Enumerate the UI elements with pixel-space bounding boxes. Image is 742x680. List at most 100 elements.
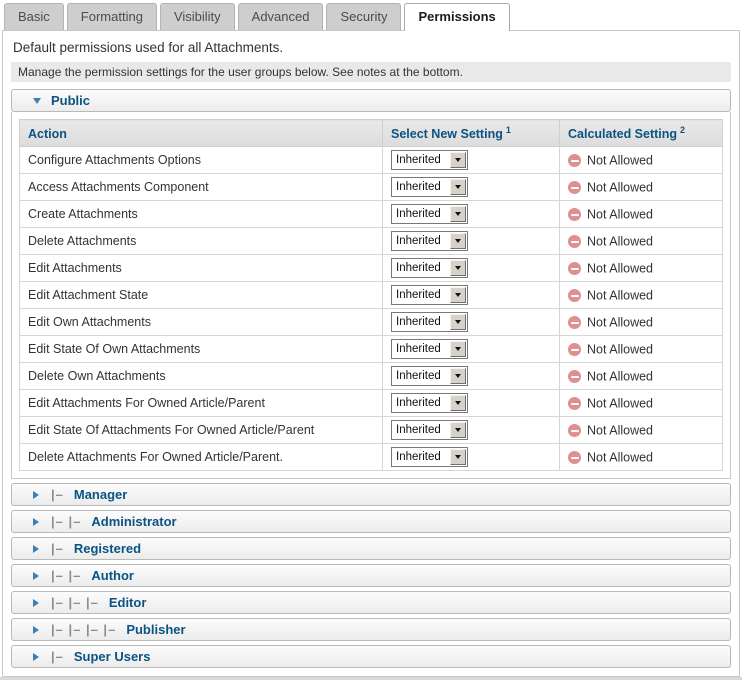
not-allowed-icon [568, 262, 581, 275]
new-setting-select[interactable]: Inherited [391, 339, 468, 359]
tab-advanced[interactable]: Advanced [238, 3, 324, 30]
chevron-down-icon [450, 314, 466, 330]
new-setting-select[interactable]: Inherited [391, 312, 468, 332]
permissions-tab-panel: Default permissions used for all Attachm… [2, 30, 740, 677]
select-value: Inherited [396, 235, 441, 247]
not-allowed-icon [568, 208, 581, 221]
collapsed-groups: |–Manager |– |– Administrator |–Registered |… [3, 483, 739, 668]
permissions-table: Action Select New Setting1 Calculated Se… [19, 119, 723, 471]
new-setting-cell: Inherited [383, 255, 560, 282]
not-allowed-icon [568, 181, 581, 194]
action-label: Edit Attachments [20, 255, 383, 282]
new-setting-select[interactable]: Inherited [391, 447, 468, 467]
new-setting-cell: Inherited [383, 417, 560, 444]
table-row: Delete Attachments For Owned Article/Par… [20, 444, 723, 471]
chevron-down-icon [450, 260, 466, 276]
tab-permissions[interactable]: Permissions [404, 3, 509, 31]
table-row: Edit Attachments For Owned Article/Paren… [20, 390, 723, 417]
select-value: Inherited [396, 208, 441, 220]
triangle-down-icon [33, 98, 41, 104]
new-setting-select[interactable]: Inherited [391, 420, 468, 440]
group-header-publisher[interactable]: |– |– |– |–Publisher [11, 618, 731, 641]
chevron-down-icon [450, 287, 466, 303]
tab-basic[interactable]: Basic [4, 3, 64, 30]
action-label: Edit Attachment State [20, 282, 383, 309]
column-header-action: Action [20, 120, 383, 147]
table-row: Access Attachments ComponentInheritedNot… [20, 174, 723, 201]
group-header-super-users[interactable]: |–Super Users [11, 645, 731, 668]
group-header-editor[interactable]: |– |– |– Editor [11, 591, 731, 614]
triangle-right-icon [33, 545, 39, 553]
action-label: Delete Attachments [20, 228, 383, 255]
new-setting-select[interactable]: Inherited [391, 393, 468, 413]
tab-security[interactable]: Security [326, 3, 401, 30]
not-allowed-icon [568, 424, 581, 437]
action-label: Delete Own Attachments [20, 363, 383, 390]
calculated-setting-cell: Not Allowed [560, 363, 723, 390]
group-name: Super Users [74, 649, 151, 664]
group-level-prefix: |– |– [51, 568, 81, 583]
calculated-setting-label: Not Allowed [587, 154, 653, 168]
not-allowed-icon [568, 235, 581, 248]
new-setting-cell: Inherited [383, 147, 560, 174]
chevron-down-icon [450, 449, 466, 465]
table-row: Edit Attachments Inherited Not Allowed [20, 255, 723, 282]
group-name: Editor [109, 595, 147, 610]
chevron-down-icon [450, 368, 466, 384]
triangle-right-icon [33, 599, 39, 607]
select-value: Inherited [396, 397, 441, 409]
calculated-setting-cell: Not Allowed [560, 201, 723, 228]
calculated-setting-cell: Not Allowed [560, 390, 723, 417]
group-name: Manager [74, 487, 127, 502]
table-row: Delete AttachmentsInheritedNot Allowed [20, 228, 723, 255]
new-setting-cell: Inherited [383, 201, 560, 228]
group-header-registered[interactable]: |–Registered [11, 537, 731, 560]
calculated-setting-label: Not Allowed [587, 262, 653, 276]
new-setting-select[interactable]: Inherited [391, 285, 468, 305]
new-setting-cell: Inherited [383, 444, 560, 471]
group-name: Administrator [91, 514, 176, 529]
new-setting-select[interactable]: Inherited [391, 366, 468, 386]
not-allowed-icon [568, 343, 581, 356]
column-header-calculated-setting: Calculated Setting2 [560, 120, 723, 147]
tab-formatting[interactable]: Formatting [67, 3, 157, 30]
footnote-marker-1: 1 [506, 125, 511, 135]
calculated-setting-cell: Not Allowed [560, 336, 723, 363]
new-setting-select[interactable]: Inherited [391, 177, 468, 197]
not-allowed-icon [568, 370, 581, 383]
tab-visibility[interactable]: Visibility [160, 3, 235, 30]
table-row: Edit Attachment StateInheritedNot Allowe… [20, 282, 723, 309]
group-header-administrator[interactable]: |– |– Administrator [11, 510, 731, 533]
new-setting-select[interactable]: Inherited [391, 204, 468, 224]
select-value: Inherited [396, 181, 441, 193]
chevron-down-icon [450, 395, 466, 411]
new-setting-select[interactable]: Inherited [391, 231, 468, 251]
action-label: Edit State Of Own Attachments [20, 336, 383, 363]
new-setting-cell: Inherited [383, 363, 560, 390]
triangle-right-icon [33, 491, 39, 499]
instruction-note: Manage the permission settings for the u… [11, 62, 731, 82]
group-level-prefix: |– |– |– [51, 595, 99, 610]
chevron-down-icon [450, 422, 466, 438]
group-header-public[interactable]: Public [11, 89, 731, 112]
table-row: Edit State Of Own Attachments Inherited No… [20, 336, 723, 363]
new-setting-cell: Inherited [383, 282, 560, 309]
calculated-setting-label: Not Allowed [587, 424, 653, 438]
select-value: Inherited [396, 289, 441, 301]
select-value: Inherited [396, 343, 441, 355]
new-setting-select[interactable]: Inherited [391, 150, 468, 170]
group-name: Registered [74, 541, 141, 556]
group-level-prefix: |– |– [51, 514, 81, 529]
tab-bar: BasicFormattingVisibilityAdvancedSecurit… [0, 0, 742, 30]
new-setting-cell: Inherited [383, 174, 560, 201]
new-setting-select[interactable]: Inherited [391, 258, 468, 278]
calculated-setting-label: Not Allowed [587, 208, 653, 222]
table-row: Create AttachmentsInheritedNot Allowed [20, 201, 723, 228]
select-value: Inherited [396, 424, 441, 436]
calculated-setting-label: Not Allowed [587, 397, 653, 411]
new-setting-cell: Inherited [383, 309, 560, 336]
group-header-author[interactable]: |– |–Author [11, 564, 731, 587]
chevron-down-icon [450, 179, 466, 195]
group-header-manager[interactable]: |–Manager [11, 483, 731, 506]
calculated-setting-label: Not Allowed [587, 181, 653, 195]
